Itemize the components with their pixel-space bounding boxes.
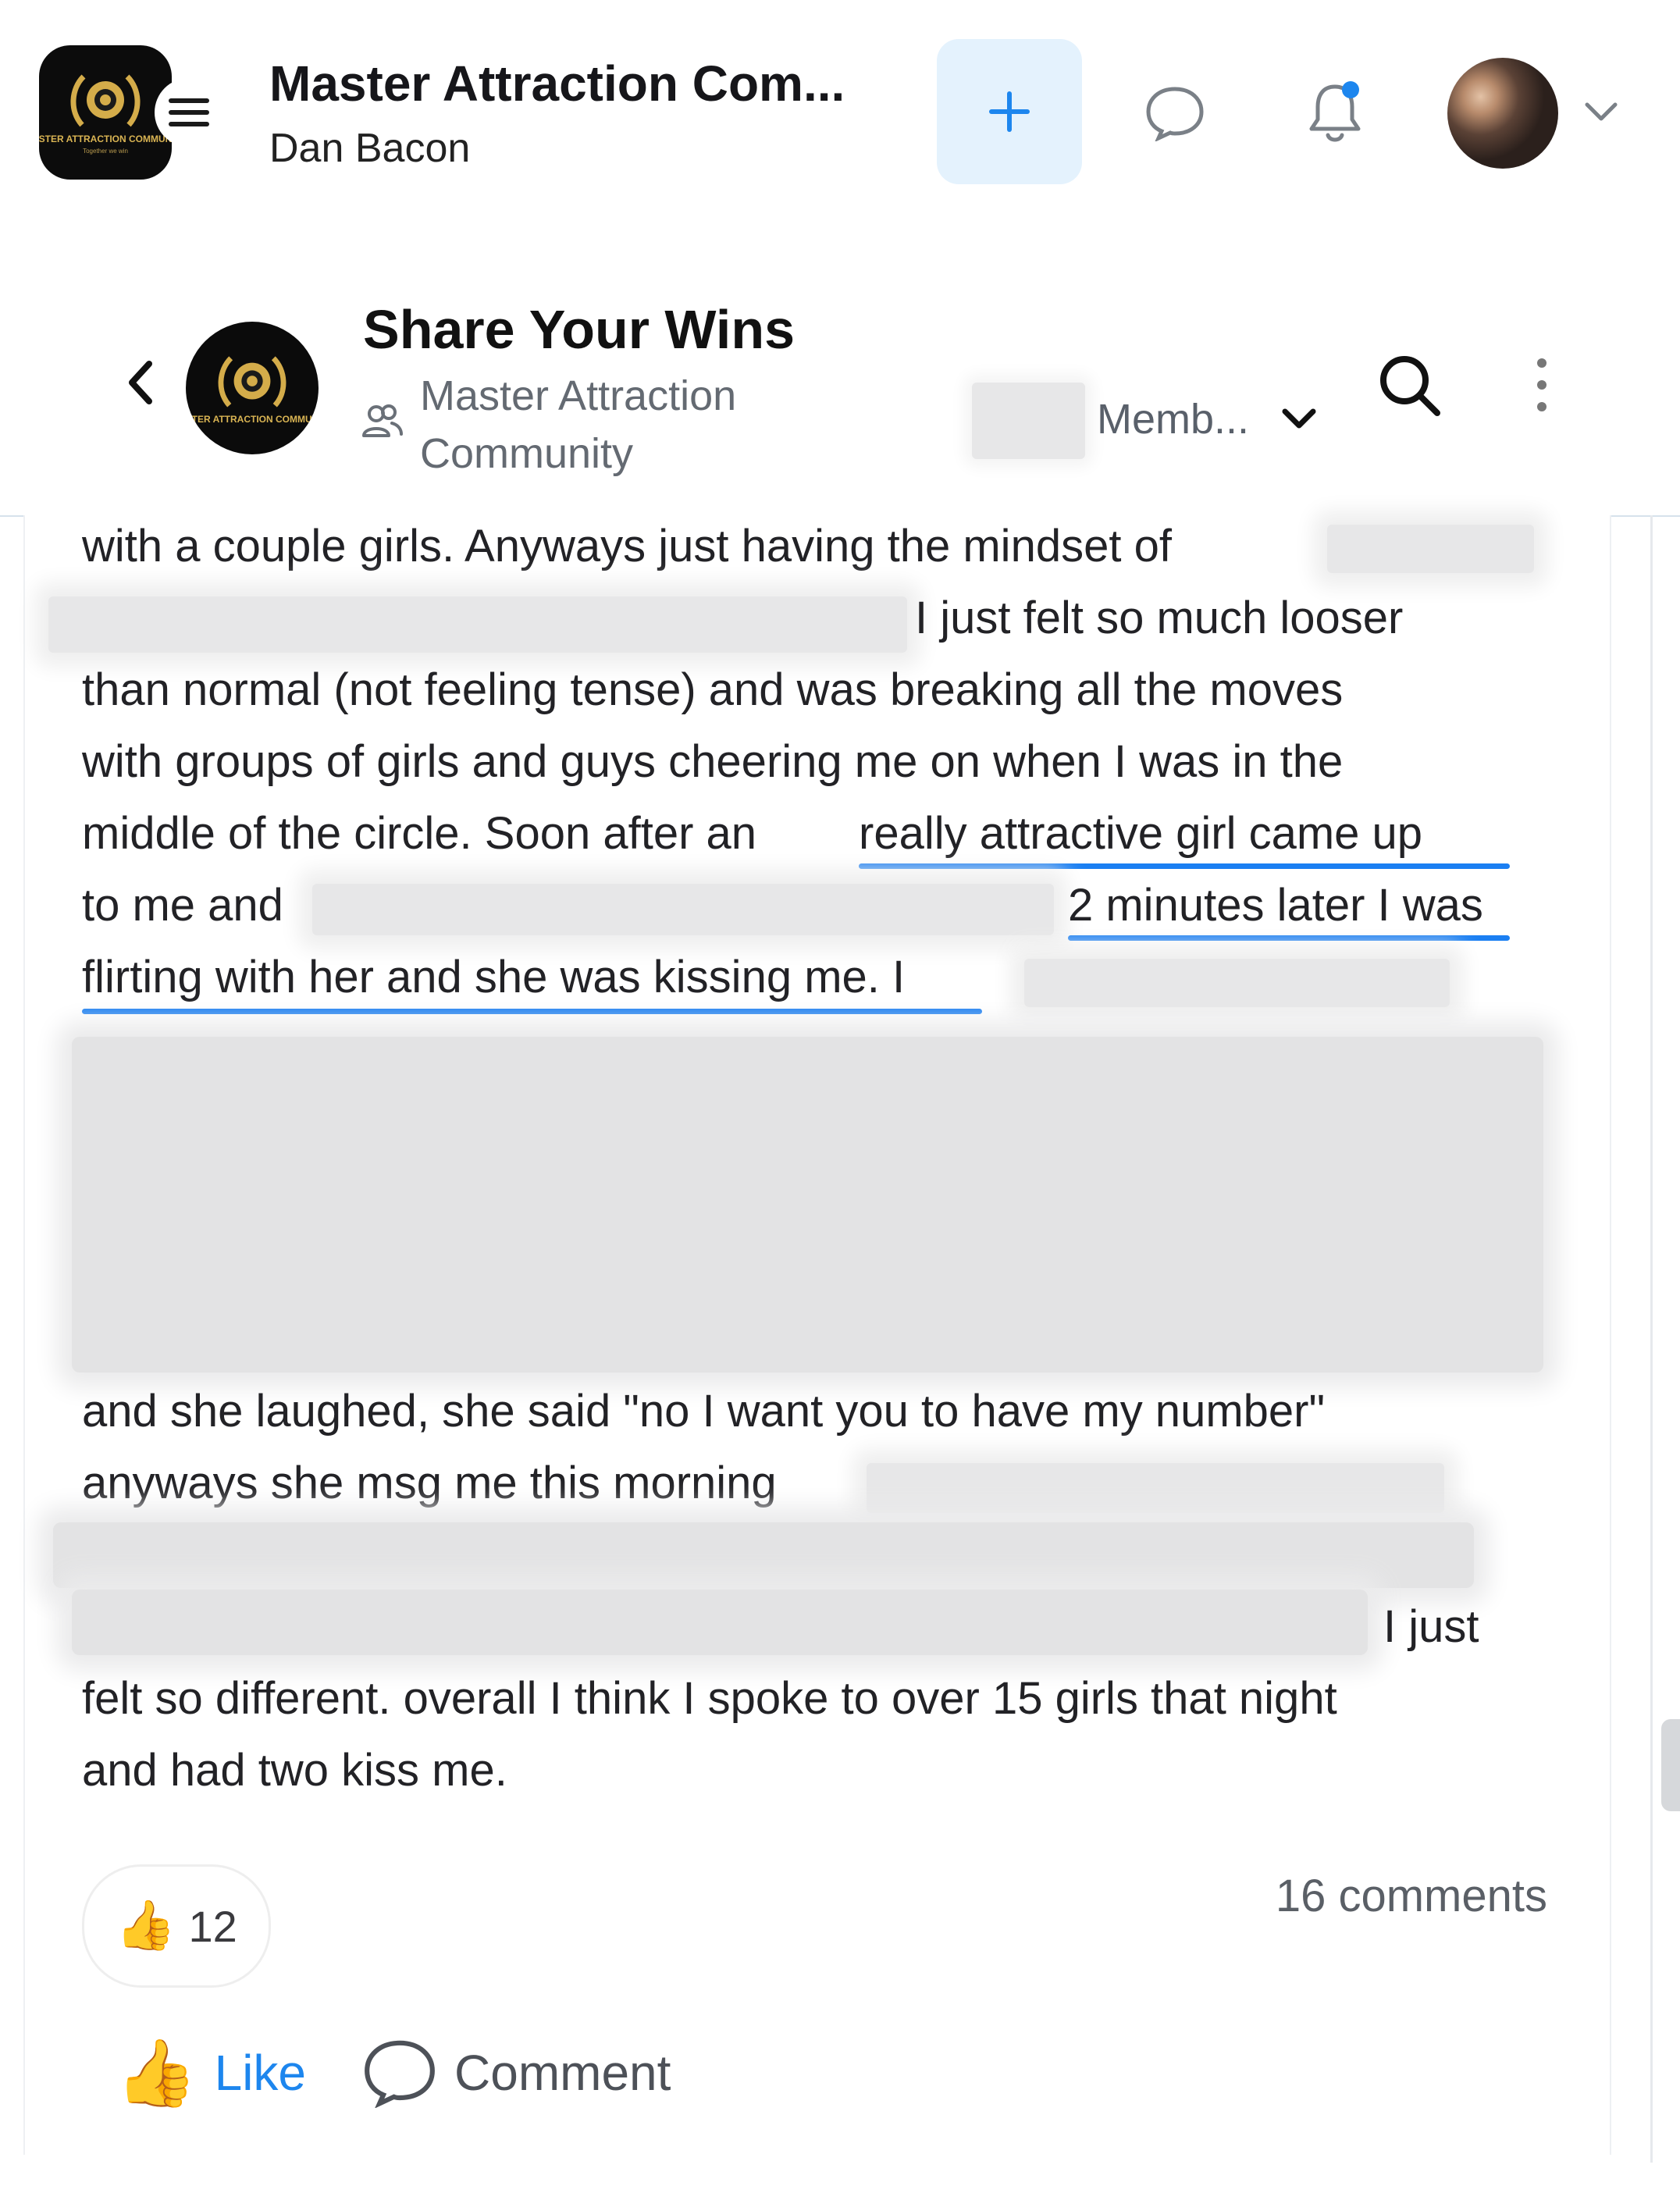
redacted-block <box>867 1463 1444 1513</box>
comment-label: Comment <box>454 2045 671 2101</box>
notification-dot <box>1342 81 1359 98</box>
people-icon <box>361 403 404 444</box>
member-filter-dropdown[interactable]: Memb... <box>1097 395 1318 443</box>
redacted-block <box>72 1037 1543 1372</box>
top-app-bar: MASTER ATTRACTION COMMUNITY Together we … <box>0 0 1680 226</box>
menu-button[interactable] <box>155 78 223 147</box>
thumbs-up-icon: 👍 <box>116 2036 198 2109</box>
post-text-line: felt so different. overall I think I spo… <box>82 1673 1337 1724</box>
post-text-line: with a couple girls. Anyways just having… <box>82 521 1172 571</box>
chat-button[interactable] <box>1140 78 1210 148</box>
like-label: Like <box>214 2045 306 2101</box>
redacted-block <box>1024 959 1450 1007</box>
redacted-block <box>312 884 1054 935</box>
post-actions: 👍 Like Comment <box>116 2038 727 2108</box>
post-text-line: to me and <box>82 880 283 931</box>
community-title[interactable]: Master Attraction Com... <box>269 55 845 112</box>
scroll-track <box>1650 515 1653 2163</box>
like-button[interactable]: 👍 Like <box>116 2040 306 2106</box>
logo-tagline: Together we win <box>83 148 128 155</box>
scrollbar-thumb[interactable] <box>1661 1719 1680 1811</box>
chat-bubble-icon <box>1146 87 1204 141</box>
search-button[interactable] <box>1374 350 1444 420</box>
like-reaction-pill[interactable]: 👍 12 <box>82 1864 271 1988</box>
account-menu-button[interactable] <box>1582 97 1621 128</box>
channel-header: MASTER ATTRACTION COMMUNITY Share Your W… <box>0 250 1680 517</box>
redacted-block <box>972 383 1085 459</box>
channel-logo: MASTER ATTRACTION COMMUNITY <box>186 322 319 454</box>
back-button[interactable] <box>117 351 164 414</box>
redacted-block <box>53 1522 1474 1588</box>
avatar[interactable] <box>1447 58 1558 169</box>
channel-logo-text: MASTER ATTRACTION COMMUNITY <box>186 413 319 425</box>
redacted-block <box>48 596 907 653</box>
highlight-underline <box>859 863 1510 869</box>
channel-title: Share Your Wins <box>363 299 796 360</box>
post-text-line: anyways she msg me this morning <box>82 1458 777 1508</box>
chevron-down-icon <box>1585 102 1618 121</box>
community-owner: Dan Bacon <box>269 126 471 171</box>
plus-icon <box>989 91 1030 132</box>
highlight-underline <box>82 1009 982 1014</box>
chevron-down-icon <box>1282 408 1316 429</box>
highlighted-text: flirting with her and she was kissing me… <box>82 952 906 1002</box>
highlighted-text: 2 minutes later I was <box>1068 880 1483 931</box>
post-text-line: with groups of girls and guys cheering m… <box>82 736 1344 787</box>
vertical-dots-icon <box>1537 358 1547 411</box>
laurel-crest-icon <box>70 74 141 127</box>
post-text-line: I just felt so much looser <box>915 593 1404 643</box>
like-count: 12 <box>188 1901 237 1951</box>
chat-bubble-icon <box>365 2040 435 2108</box>
post-text-line: than normal (not feeling tense) and was … <box>82 664 1344 715</box>
thumbs-up-icon: 👍 <box>116 1899 176 1953</box>
space-name-line2: Community <box>420 430 634 477</box>
post-text-line: and had two kiss me. <box>82 1745 507 1796</box>
highlighted-text: really attractive girl came up <box>859 808 1423 859</box>
notifications-button[interactable] <box>1300 77 1370 148</box>
chevron-left-icon <box>129 361 152 404</box>
create-button[interactable] <box>937 39 1082 184</box>
hamburger-icon <box>169 98 209 126</box>
highlight-underline <box>1068 935 1510 941</box>
comments-count-link[interactable]: 16 comments <box>1276 1870 1547 1922</box>
space-name[interactable]: Master Attraction Community <box>420 367 736 482</box>
member-filter-label: Memb... <box>1097 396 1250 443</box>
comment-button[interactable]: Comment <box>362 2038 671 2108</box>
community-logo[interactable]: MASTER ATTRACTION COMMUNITY Together we … <box>39 45 172 180</box>
more-options-button[interactable] <box>1526 350 1557 420</box>
post-text-line: and she laughed, she said "no I want you… <box>82 1386 1326 1437</box>
search-icon <box>1380 356 1440 416</box>
post-text-line: middle of the circle. Soon after an <box>82 808 757 859</box>
post-text-line: I just <box>1383 1601 1479 1652</box>
laurel-crest-icon <box>218 355 287 408</box>
logo-text: MASTER ATTRACTION COMMUNITY <box>39 134 172 144</box>
redacted-block <box>1327 525 1534 573</box>
bell-icon <box>1309 81 1361 142</box>
space-name-line1: Master Attraction <box>420 372 737 419</box>
redacted-block <box>72 1590 1368 1655</box>
